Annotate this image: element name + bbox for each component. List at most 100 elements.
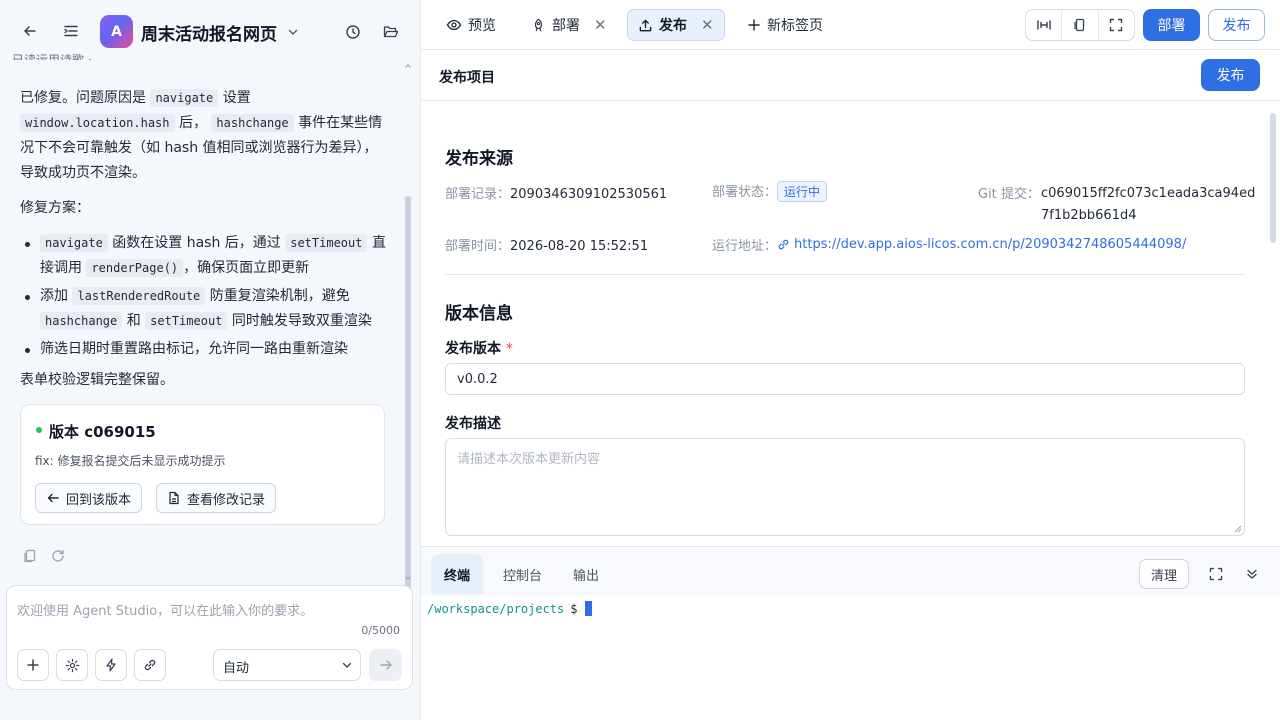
- inline-code: navigate: [40, 234, 108, 252]
- upload-icon: [639, 19, 652, 31]
- arrow-right-icon: [379, 660, 392, 670]
- chevron-down-icon[interactable]: [281, 20, 305, 44]
- label: 运行地址：: [712, 239, 778, 254]
- clear-button[interactable]: 清理: [1139, 559, 1189, 589]
- version-title: 版本 c069015: [49, 423, 156, 441]
- mobile-view-icon[interactable]: [1062, 10, 1099, 40]
- version-input[interactable]: v0.0.2: [445, 363, 1245, 395]
- button-label: 回到该版本: [66, 492, 132, 508]
- fullscreen-icon[interactable]: [1099, 10, 1134, 40]
- tab-new[interactable]: 新标签页: [737, 9, 833, 41]
- deploy-status: 部署状态： 运行中: [712, 181, 828, 202]
- copy-icon[interactable]: [22, 548, 38, 564]
- tab-publish[interactable]: 发布 ✕: [627, 9, 725, 41]
- close-icon[interactable]: ✕: [701, 16, 714, 34]
- git-commit-value: c069015ff2fc073c1eada3ca94ed 7f1b2bb661d…: [1041, 183, 1255, 227]
- plan-title: 修复方案：: [20, 200, 90, 216]
- tab-output[interactable]: 输出: [560, 554, 612, 594]
- send-button[interactable]: [369, 649, 402, 681]
- button-label: 查看修改记录: [187, 492, 266, 508]
- rocket-icon: [535, 18, 542, 31]
- tab-label: 部署: [552, 18, 580, 34]
- tools-button[interactable]: [134, 649, 166, 681]
- resize-handle-icon[interactable]: [1234, 525, 1242, 533]
- terminal-tabbar: 终端 控制台 输出 清理: [421, 546, 1280, 596]
- add-attachment-button[interactable]: [17, 649, 49, 681]
- mode-select[interactable]: 自动: [213, 649, 361, 681]
- deploy-button[interactable]: 部署: [1143, 9, 1200, 41]
- terminal[interactable]: /workspace/projects $: [421, 596, 1280, 720]
- view-changes-button[interactable]: 查看修改记录: [156, 483, 277, 513]
- source-section-title: 发布来源: [445, 149, 513, 169]
- chat-message: 已修复。问题原因是 navigate 设置 window.location.ha…: [20, 86, 390, 393]
- version-card: 版本 c069015 fix: 修复报名提交后未显示成功提示 回到该版本 查看修…: [20, 404, 385, 525]
- text: 已修复。问题原因是: [20, 90, 146, 106]
- quick-action-button[interactable]: [95, 649, 127, 681]
- input-value: v0.0.2: [457, 372, 498, 387]
- git-commit: Git 提交：: [978, 183, 1040, 202]
- refresh-icon[interactable]: [50, 548, 66, 564]
- split-view-icon[interactable]: [1026, 10, 1063, 40]
- label-text: 发布版本: [445, 341, 501, 357]
- lightning-icon: [106, 658, 116, 672]
- value: 2026-08-20 15:52:51: [510, 239, 649, 254]
- version-label: 发布版本 *: [445, 338, 513, 358]
- publish-submit-button[interactable]: 发布: [1201, 59, 1260, 91]
- cwd-path: /workspace/projects: [427, 601, 565, 616]
- scroll-up-icon[interactable]: [404, 62, 412, 70]
- chat-truncated-line: 已读运用诗歌 ·: [12, 53, 92, 60]
- close-icon[interactable]: ✕: [594, 16, 607, 34]
- maximize-icon[interactable]: [1204, 562, 1228, 586]
- tab-label: 新标签页: [767, 18, 823, 34]
- chat-input[interactable]: 欢迎使用 Agent Studio，可以在此输入你的要求。: [17, 600, 313, 619]
- required-mark: *: [505, 341, 513, 357]
- label: Git 提交：: [978, 187, 1040, 202]
- text: 后，: [178, 115, 207, 131]
- desc-label: 发布描述: [445, 416, 501, 432]
- tab-label: 发布: [659, 18, 687, 34]
- tab-console[interactable]: 控制台: [490, 554, 555, 594]
- version-desc: fix: 修复报名提交后未显示成功提示: [35, 454, 226, 468]
- tab-label: 预览: [468, 18, 496, 34]
- list-item: 筛选日期时重置路由标记，允许同一路由重新渲染: [20, 337, 390, 362]
- gear-icon: [65, 658, 79, 672]
- panel-title: 发布项目: [439, 70, 495, 86]
- text: 和: [126, 313, 141, 329]
- tab-terminal[interactable]: 终端: [431, 554, 484, 594]
- description-textarea[interactable]: 请描述本次版本更新内容: [445, 438, 1245, 536]
- settings-button[interactable]: [56, 649, 88, 681]
- status-badge: 运行中: [777, 181, 828, 202]
- publish-panel-header: 发布项目 发布: [421, 50, 1280, 101]
- folder-icon[interactable]: [379, 20, 403, 44]
- prompt-symbol: $: [570, 601, 578, 616]
- app-title[interactable]: 周末活动报名网页: [141, 20, 277, 45]
- text: 函数在设置 hash 后，通过: [112, 235, 281, 251]
- app-logo: A: [100, 15, 133, 48]
- scrollbar-thumb[interactable]: [1270, 113, 1276, 243]
- document-icon: [169, 491, 179, 505]
- inline-code: hashchange: [40, 312, 123, 330]
- chat-input-box: 欢迎使用 Agent Studio，可以在此输入你的要求。 0/5000 自动: [6, 585, 413, 690]
- menu-icon[interactable]: [59, 19, 83, 43]
- value: 2090346309102530561: [510, 187, 668, 202]
- chat-scrollbar[interactable]: [404, 62, 412, 634]
- label: 部署时间：: [445, 239, 511, 254]
- tab-deploy[interactable]: 部署 ✕: [521, 9, 617, 41]
- back-arrow-icon[interactable]: [18, 19, 42, 43]
- publish-button[interactable]: 发布: [1208, 9, 1265, 41]
- text: 添加: [40, 288, 68, 304]
- form-scrollbar[interactable]: [1269, 108, 1277, 538]
- history-icon[interactable]: [341, 20, 365, 44]
- run-url-link[interactable]: https://dev.app.aios-licos.com.cn/p/2090…: [794, 237, 1186, 252]
- collapse-down-icon[interactable]: [1240, 562, 1264, 586]
- scrollbar-thumb[interactable]: [405, 196, 411, 634]
- revert-version-button[interactable]: 回到该版本: [35, 483, 143, 513]
- eye-icon: [446, 19, 462, 31]
- link-icon: [778, 239, 789, 250]
- plus-icon: [748, 19, 760, 31]
- list-item: 添加 lastRenderedRoute 防重复渲染机制，避免 hashchan…: [20, 284, 390, 334]
- chat-paragraph: 已修复。问题原因是 navigate 设置 window.location.ha…: [20, 86, 390, 186]
- run-url: 运行地址： https://dev.app.aios-licos.com.cn/…: [712, 235, 1186, 254]
- scroll-down-icon[interactable]: [404, 574, 412, 582]
- tab-preview[interactable]: 预览: [436, 9, 506, 41]
